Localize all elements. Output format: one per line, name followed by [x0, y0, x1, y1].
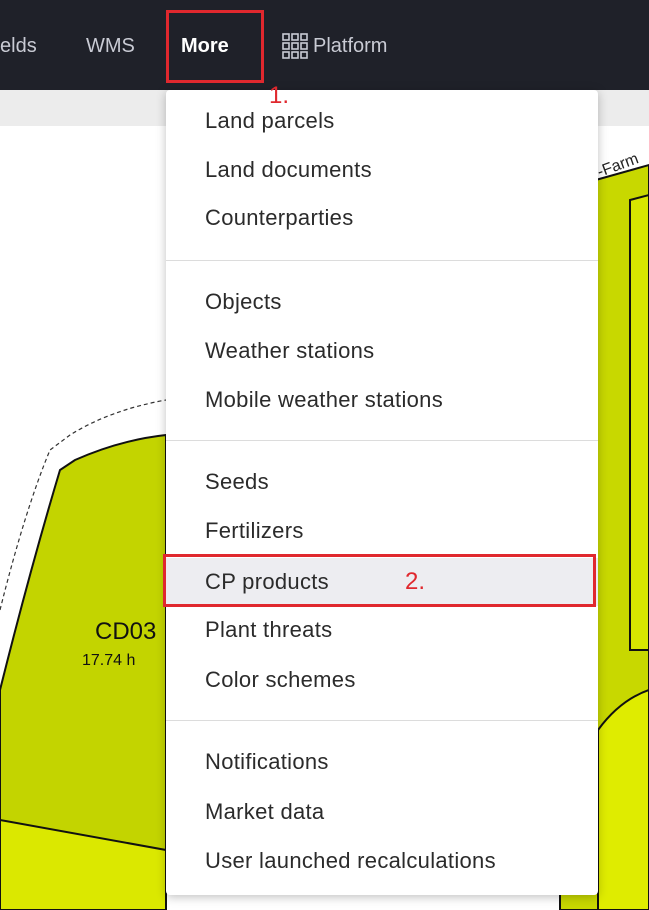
field-polygon-right-lower	[597, 688, 649, 910]
menu-item-counterparties[interactable]: Counterparties	[166, 199, 598, 237]
field-id-label: CD03	[95, 618, 157, 645]
menu-item-seeds[interactable]: Seeds	[166, 463, 598, 501]
menu-item-notifications[interactable]: Notifications	[166, 743, 598, 781]
nav-wms[interactable]: WMS	[86, 32, 135, 60]
nav-platform-label: Platform	[313, 35, 388, 57]
grid-icon	[282, 33, 308, 59]
menu-item-plant-threats[interactable]: Plant threats	[166, 611, 598, 649]
menu-item-land-documents[interactable]: Land documents	[166, 151, 598, 189]
step-1-label: 1.	[269, 82, 290, 109]
menu-item-objects[interactable]: Objects	[166, 283, 598, 321]
nav-fields[interactable]: elds	[0, 32, 37, 60]
menu-divider	[166, 440, 598, 441]
menu-item-weather-stations[interactable]: Weather stations	[166, 332, 598, 370]
menu-divider	[166, 720, 598, 721]
step-2-label: 2.	[405, 568, 426, 595]
menu-divider	[166, 260, 598, 261]
menu-item-color-schemes[interactable]: Color schemes	[166, 661, 598, 699]
field-area-label: 17.74 h	[82, 652, 136, 669]
menu-item-mobile-weather-stations[interactable]: Mobile weather stations	[166, 381, 598, 419]
menu-item-user-launched-recalculations[interactable]: User launched recalculations	[166, 842, 598, 880]
highlight-cp-products-box	[163, 554, 596, 607]
menu-item-fertilizers[interactable]: Fertilizers	[166, 512, 598, 550]
menu-item-land-parcels[interactable]: Land parcels	[166, 102, 598, 140]
more-dropdown-menu: Land parcels Land documents Counterparti…	[166, 90, 598, 895]
top-navigation-bar: elds WMS More Platform	[0, 0, 649, 90]
nav-platform[interactable]: Platform	[281, 32, 387, 60]
highlight-more-box	[166, 10, 264, 83]
field-polygon-right-edge	[629, 193, 649, 651]
menu-item-market-data[interactable]: Market data	[166, 793, 598, 831]
